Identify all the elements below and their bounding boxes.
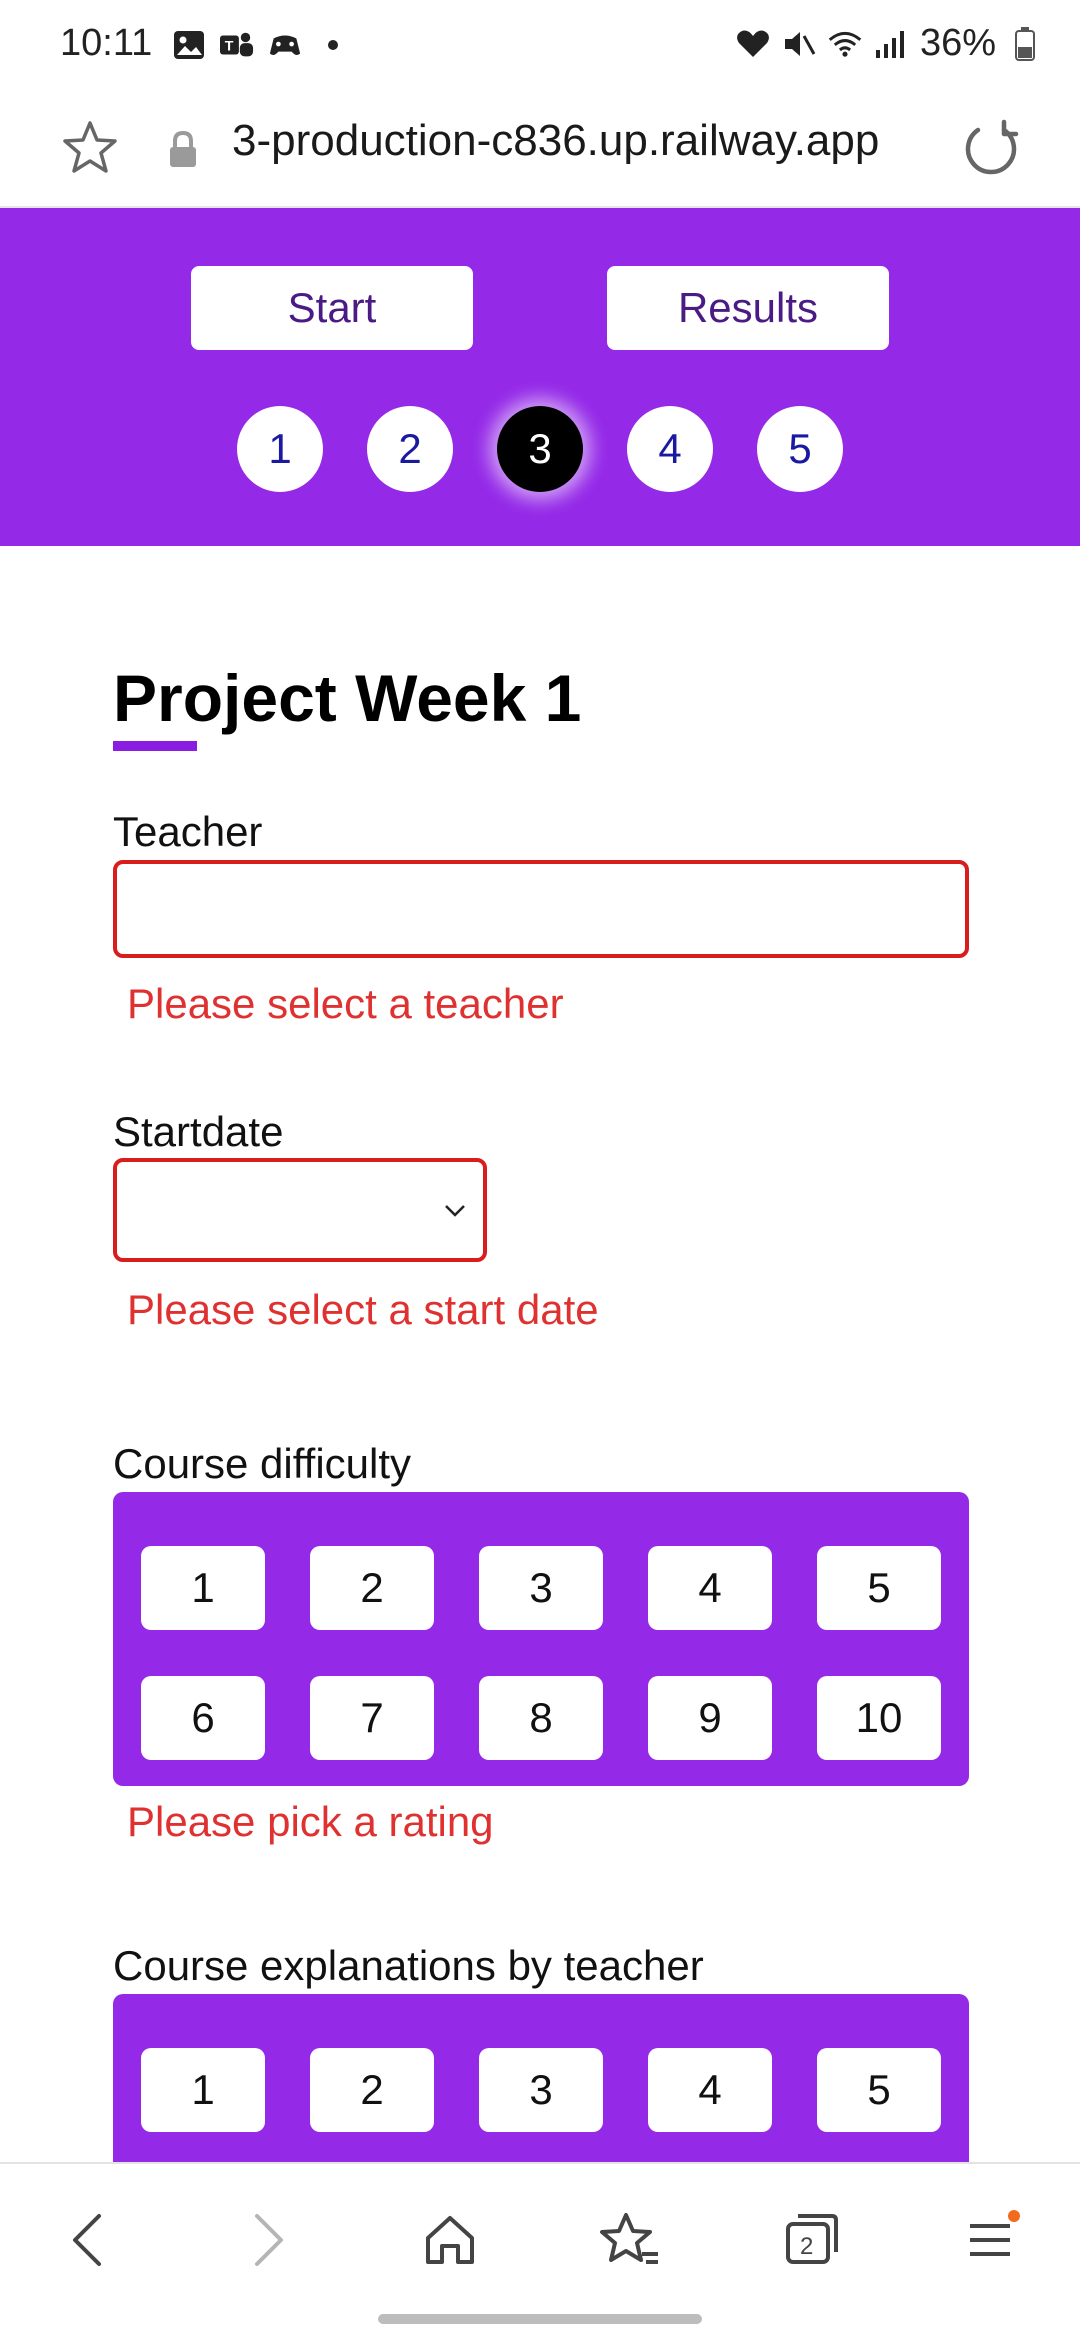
survey-header: Start Results 1 2 3 4 5 bbox=[0, 208, 1080, 546]
step-3-active[interactable]: 3 bbox=[497, 406, 583, 492]
menu-icon[interactable] bbox=[952, 2200, 1032, 2280]
difficulty-rating-grid: 1 2 3 4 5 6 7 8 9 10 bbox=[141, 1546, 941, 1760]
forward-icon[interactable] bbox=[228, 2200, 308, 2280]
battery-icon bbox=[1008, 26, 1042, 61]
heart-icon bbox=[736, 27, 770, 61]
step-1[interactable]: 1 bbox=[237, 406, 323, 492]
teams-icon: T bbox=[220, 28, 254, 62]
difficulty-rating-box: 1 2 3 4 5 6 7 8 9 10 bbox=[113, 1492, 969, 1786]
browser-bottom-nav: 2 bbox=[0, 2162, 1080, 2340]
reload-icon[interactable] bbox=[958, 116, 1024, 182]
wifi-icon bbox=[828, 27, 862, 61]
difficulty-rating-2[interactable]: 2 bbox=[310, 1546, 434, 1630]
start-button[interactable]: Start bbox=[191, 266, 473, 350]
step-5[interactable]: 5 bbox=[757, 406, 843, 492]
bookmark-star-icon[interactable] bbox=[60, 118, 120, 178]
step-4[interactable]: 4 bbox=[627, 406, 713, 492]
explanations-label: Course explanations by teacher bbox=[113, 1942, 704, 1989]
explanations-rating-2[interactable]: 2 bbox=[310, 2048, 434, 2132]
gesture-home-bar[interactable] bbox=[378, 2314, 702, 2324]
explanations-rating-4[interactable]: 4 bbox=[648, 2048, 772, 2132]
difficulty-rating-7[interactable]: 7 bbox=[310, 1676, 434, 1760]
gallery-icon bbox=[172, 28, 206, 62]
battery-percentage: 36% bbox=[919, 22, 996, 64]
tabs-icon[interactable]: 2 bbox=[772, 2200, 852, 2280]
url-text[interactable]: 3-production-c836.up.railway.app bbox=[232, 116, 932, 166]
difficulty-rating-6[interactable]: 6 bbox=[141, 1676, 265, 1760]
lock-icon bbox=[166, 130, 200, 170]
teacher-field[interactable] bbox=[113, 860, 969, 958]
difficulty-rating-4[interactable]: 4 bbox=[648, 1546, 772, 1630]
status-time: 10:11 bbox=[60, 22, 153, 64]
startdate-select[interactable] bbox=[113, 1158, 487, 1262]
status-bar: 10:11 T 36% bbox=[0, 0, 1080, 96]
difficulty-error: Please pick a rating bbox=[127, 1798, 494, 1845]
explanations-rating-3[interactable]: 3 bbox=[479, 2048, 603, 2132]
signal-icon bbox=[874, 27, 908, 61]
difficulty-rating-5[interactable]: 5 bbox=[817, 1546, 941, 1630]
explanations-rating-5[interactable]: 5 bbox=[817, 2048, 941, 2132]
step-indicator: 1 2 3 4 5 bbox=[0, 406, 1080, 496]
explanations-rating-grid: 1 2 3 4 5 bbox=[141, 2048, 941, 2132]
teacher-label: Teacher bbox=[113, 808, 263, 855]
page-title: Project Week 1 bbox=[113, 661, 582, 735]
mute-icon bbox=[782, 27, 816, 61]
game-controller-icon bbox=[268, 28, 302, 62]
difficulty-rating-1[interactable]: 1 bbox=[141, 1546, 265, 1630]
browser-address-bar: 3-production-c836.up.railway.app bbox=[0, 96, 1080, 208]
home-icon[interactable] bbox=[410, 2200, 490, 2280]
status-notification-icons: T bbox=[172, 28, 350, 62]
dot-icon bbox=[316, 28, 350, 62]
difficulty-rating-3[interactable]: 3 bbox=[479, 1546, 603, 1630]
status-system-icons: 36% bbox=[736, 22, 1042, 65]
svg-text:T: T bbox=[225, 39, 234, 55]
chevron-down-icon bbox=[441, 1196, 469, 1224]
teacher-error: Please select a teacher bbox=[127, 980, 564, 1027]
results-button[interactable]: Results bbox=[607, 266, 889, 350]
step-2[interactable]: 2 bbox=[367, 406, 453, 492]
startdate-label: Startdate bbox=[113, 1108, 284, 1155]
difficulty-label: Course difficulty bbox=[113, 1440, 412, 1487]
difficulty-rating-8[interactable]: 8 bbox=[479, 1676, 603, 1760]
bookmarks-icon[interactable] bbox=[590, 2200, 670, 2280]
explanations-rating-1[interactable]: 1 bbox=[141, 2048, 265, 2132]
tab-count: 2 bbox=[800, 2233, 813, 2260]
back-icon[interactable] bbox=[48, 2200, 128, 2280]
title-underline bbox=[113, 741, 197, 751]
startdate-error: Please select a start date bbox=[127, 1286, 599, 1333]
difficulty-rating-10[interactable]: 10 bbox=[817, 1676, 941, 1760]
difficulty-rating-9[interactable]: 9 bbox=[648, 1676, 772, 1760]
